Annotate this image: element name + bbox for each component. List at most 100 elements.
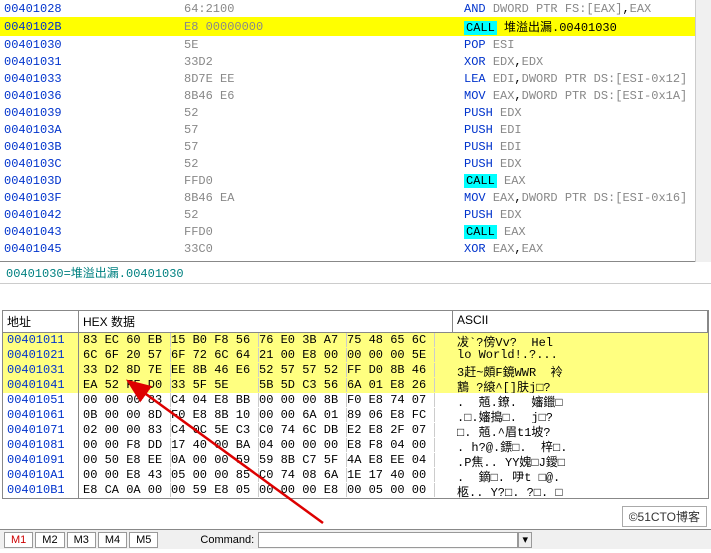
- dump-ascii: 冹`?傍Vv? Hel: [453, 333, 708, 348]
- dump-row[interactable]: 0040109100 50 E8 EE0A 00 00 5959 8B C7 5…: [3, 453, 708, 468]
- dump-body[interactable]: 0040101183 EC 60 EB15 B0 F8 5676 E0 3B A…: [3, 333, 708, 498]
- disasm-bytes: 64:2100: [180, 0, 460, 17]
- disasm-instruction: LEA EDI,DWORD PTR DS:[ESI-0x12]: [460, 70, 706, 87]
- bottom-toolbar: M1M2M3M4M5 Command: ▾: [0, 529, 711, 549]
- dump-hex: 02 00 00 83C4 0C 5E C3C0 74 6C DBE2 E8 2…: [79, 423, 453, 438]
- disasm-row[interactable]: 0040103F8B46 EAMOV EAX,DWORD PTR DS:[ESI…: [0, 189, 706, 206]
- disasm-mark: [74, 87, 180, 104]
- disasm-instruction: CALL EAX: [460, 223, 706, 240]
- disasm-bytes: 8D7E EE: [180, 70, 460, 87]
- disasm-bytes: 33C0: [180, 240, 460, 257]
- dump-address: 00401031: [3, 363, 79, 378]
- disassembly-list[interactable]: 0040102864:2100AND DWORD PTR FS:[EAX],EA…: [0, 0, 706, 261]
- disasm-bytes: FFD0: [180, 223, 460, 240]
- dump-header-hex: HEX 数据: [79, 311, 453, 332]
- dump-address: 00401081: [3, 438, 79, 453]
- dump-address: 00401051: [3, 393, 79, 408]
- dump-hex: 0B 00 00 8DF0 E8 8B 1000 00 6A 0189 06 E…: [79, 408, 453, 423]
- disasm-instruction: PUSH EDX: [460, 104, 706, 121]
- dump-ascii: . 兡.鐐. 嬸鑞□: [453, 393, 708, 408]
- disasm-row[interactable]: 0040102864:2100AND DWORD PTR FS:[EAX],EA…: [0, 0, 706, 17]
- command-input[interactable]: [258, 532, 518, 548]
- disasm-instruction: POP ESI: [460, 36, 706, 53]
- disasm-mark: [74, 0, 180, 17]
- dump-hex: 00 50 E8 EE0A 00 00 5959 8B C7 5F4A E8 E…: [79, 453, 453, 468]
- panel-gap: [0, 284, 711, 310]
- dump-row[interactable]: 0040105100 00 00 83C4 04 E8 BB00 00 00 8…: [3, 393, 708, 408]
- disasm-address: 00401045: [0, 240, 74, 257]
- disasm-row[interactable]: 004010475FPOP EDI: [0, 257, 706, 261]
- dump-row[interactable]: 004010216C 6F 20 576F 72 6C 6421 00 E8 0…: [3, 348, 708, 363]
- dump-ascii: lo World!.?...: [453, 348, 708, 363]
- disasm-row[interactable]: 0040103DFFD0CALL EAX: [0, 172, 706, 189]
- disasm-mark: [74, 172, 180, 189]
- disasm-mark: [74, 138, 180, 155]
- disasm-row[interactable]: 0040104252PUSH EDX: [0, 206, 706, 223]
- disasm-row[interactable]: 0040103C52PUSH EDX: [0, 155, 706, 172]
- disasm-row[interactable]: 0040103952PUSH EDX: [0, 104, 706, 121]
- disasm-address: 0040102B: [0, 17, 74, 36]
- disasm-instruction: PUSH EDI: [460, 121, 706, 138]
- disasm-address: 0040103D: [0, 172, 74, 189]
- watermark: ©51CTO博客: [622, 506, 707, 527]
- dump-address: 00401011: [3, 333, 79, 348]
- disasm-address: 0040103F: [0, 189, 74, 206]
- memory-tab-m4[interactable]: M4: [98, 532, 127, 548]
- dump-hex: E8 CA 0A 0000 59 E8 0500 00 00 E800 05 0…: [79, 483, 453, 498]
- command-dropdown-icon[interactable]: ▾: [518, 532, 532, 548]
- dump-ascii: .□.嬸搗□. j□?: [453, 408, 708, 423]
- dump-row[interactable]: 00401041EA 52 FF D033 5F 5E5B 5D C3 566A…: [3, 378, 708, 393]
- disasm-address: 00401039: [0, 104, 74, 121]
- dump-row[interactable]: 004010A100 00 E8 4305 00 00 85C0 74 08 6…: [3, 468, 708, 483]
- disasm-row[interactable]: 004010305EPOP ESI: [0, 36, 706, 53]
- disasm-row[interactable]: 0040103A57PUSH EDI: [0, 121, 706, 138]
- disasm-instruction: MOV EAX,DWORD PTR DS:[ESI-0x16]: [460, 189, 706, 206]
- dump-row[interactable]: 004010B1E8 CA 0A 0000 59 E8 0500 00 00 E…: [3, 483, 708, 498]
- disasm-row[interactable]: 00401045 33C0XOR EAX,EAX: [0, 240, 706, 257]
- disasm-bytes: 52: [180, 206, 460, 223]
- dump-row[interactable]: 0040103133 D2 8D 7EEE 8B 46 E652 57 57 5…: [3, 363, 708, 378]
- disasm-row[interactable]: 0040103B57PUSH EDI: [0, 138, 706, 155]
- memory-tab-m3[interactable]: M3: [67, 532, 96, 548]
- disasm-mark: [74, 70, 180, 87]
- dump-row[interactable]: 004010610B 00 00 8DF0 E8 8B 1000 00 6A 0…: [3, 408, 708, 423]
- disasm-bytes: 5F: [180, 257, 460, 261]
- disasm-bytes: 5E: [180, 36, 460, 53]
- dump-address: 004010B1: [3, 483, 79, 498]
- dump-ascii: 3赶~頗F鏡WWR 袊: [453, 363, 708, 378]
- disasm-row[interactable]: 004010368B46 E6MOV EAX,DWORD PTR DS:[ESI…: [0, 87, 706, 104]
- dump-address: 00401071: [3, 423, 79, 438]
- scrollbar-vertical[interactable]: [695, 0, 711, 262]
- dump-address: 00401061: [3, 408, 79, 423]
- dump-address: 00401021: [3, 348, 79, 363]
- dump-row[interactable]: 0040101183 EC 60 EB15 B0 F8 5676 E0 3B A…: [3, 333, 708, 348]
- dump-row[interactable]: 0040107102 00 00 83C4 0C 5E C3C0 74 6C D…: [3, 423, 708, 438]
- dump-ascii: □. 兡.^眉t1坡?: [453, 423, 708, 438]
- disasm-bytes: 52: [180, 155, 460, 172]
- memory-tab-m2[interactable]: M2: [35, 532, 64, 548]
- hex-dump-panel[interactable]: 地址 HEX 数据 ASCII 0040101183 EC 60 EB15 B0…: [2, 310, 709, 499]
- memory-tab-m5[interactable]: M5: [129, 532, 158, 548]
- disasm-row[interactable]: 004010338D7E EELEA EDI,DWORD PTR DS:[ESI…: [0, 70, 706, 87]
- dump-header-ascii: ASCII: [453, 311, 708, 332]
- disasm-row[interactable]: 00401043FFD0CALL EAX: [0, 223, 706, 240]
- dump-ascii: . h?@.鏢□. 梓□.: [453, 438, 708, 453]
- dump-hex: 83 EC 60 EB15 B0 F8 5676 E0 3B A775 48 6…: [79, 333, 453, 348]
- disasm-mark: [74, 17, 180, 36]
- dump-hex: 00 00 E8 4305 00 00 85C0 74 08 6A1E 17 4…: [79, 468, 453, 483]
- disasm-instruction: XOR EAX,EAX: [460, 240, 706, 257]
- disasm-mark: [74, 206, 180, 223]
- disasm-address: 0040103B: [0, 138, 74, 155]
- command-label: Command:: [200, 534, 254, 546]
- disassembly-panel[interactable]: 0040102864:2100AND DWORD PTR FS:[EAX],EA…: [0, 0, 711, 262]
- disasm-bytes: 57: [180, 121, 460, 138]
- disasm-address: 00401042: [0, 206, 74, 223]
- dump-hex: 33 D2 8D 7EEE 8B 46 E652 57 57 52FF D0 8…: [79, 363, 453, 378]
- disasm-row[interactable]: 0040102BE8 00000000CALL 堆溢出漏.00401030: [0, 17, 706, 36]
- dump-row[interactable]: 0040108100 00 F8 DD17 40 00 BA04 00 00 0…: [3, 438, 708, 453]
- disasm-row[interactable]: 0040103133D2XOR EDX,EDX: [0, 53, 706, 70]
- dump-hex: EA 52 FF D033 5F 5E5B 5D C3 566A 01 E8 2…: [79, 378, 453, 393]
- disasm-mark: [74, 104, 180, 121]
- disasm-mark: [74, 189, 180, 206]
- memory-tab-m1[interactable]: M1: [4, 532, 33, 548]
